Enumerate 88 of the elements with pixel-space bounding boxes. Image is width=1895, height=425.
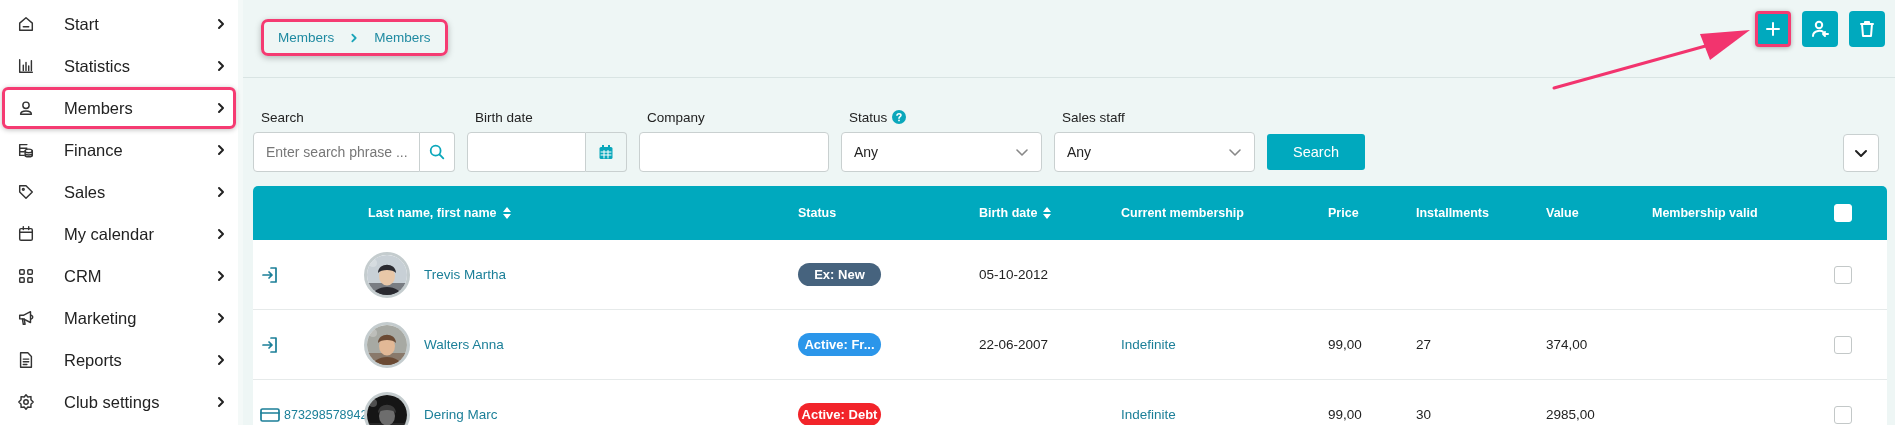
search-icon bbox=[428, 143, 446, 161]
column-header: Current membership bbox=[1121, 206, 1244, 220]
chevron-right-icon bbox=[215, 186, 227, 198]
filter-label: Company bbox=[647, 109, 705, 125]
plus-icon bbox=[1763, 19, 1783, 39]
filter-label: Search bbox=[261, 109, 304, 125]
dropdown-field[interactable]: Any bbox=[1054, 132, 1255, 172]
settings-icon bbox=[17, 393, 35, 411]
column-header: Price bbox=[1328, 206, 1359, 220]
row-checkbox[interactable] bbox=[1834, 405, 1852, 424]
chevron-right-icon bbox=[215, 60, 227, 72]
breadcrumb-link[interactable]: Members bbox=[278, 30, 335, 45]
help-icon bbox=[892, 110, 907, 124]
chevron-right-icon bbox=[215, 312, 227, 324]
price: 99,00 bbox=[1328, 407, 1362, 422]
breadcrumb-link[interactable]: Members bbox=[374, 30, 431, 45]
grid-icon bbox=[17, 267, 35, 285]
date-field[interactable] bbox=[467, 132, 586, 172]
calendar-button[interactable] bbox=[586, 132, 627, 172]
sidebar-item[interactable]: Reports bbox=[2, 339, 236, 381]
filter-label: Birth date bbox=[475, 109, 533, 125]
membership-link[interactable]: Indefinite bbox=[1121, 337, 1176, 352]
sidebar-item[interactable]: My calendar bbox=[2, 213, 236, 255]
add-button[interactable] bbox=[1755, 11, 1791, 47]
delete-button[interactable] bbox=[1849, 11, 1885, 47]
sidebar-item[interactable]: Marketing bbox=[2, 297, 236, 339]
chevron-right-icon bbox=[215, 144, 227, 156]
value: 2985,00 bbox=[1546, 407, 1595, 422]
sidebar-item[interactable]: Sales bbox=[2, 171, 236, 213]
filter-label: Status bbox=[849, 109, 888, 125]
column-header: Membership valid bbox=[1652, 206, 1758, 220]
row-checkbox[interactable] bbox=[1834, 335, 1852, 354]
birth-date: 22-06-2007 bbox=[979, 337, 1049, 352]
sort-icon bbox=[1042, 206, 1053, 220]
member-name-link[interactable]: Trevis Martha bbox=[424, 267, 506, 282]
column-header: Installments bbox=[1416, 206, 1489, 220]
card-number-link[interactable]: 873298578942 bbox=[284, 407, 368, 422]
select-all-checkbox[interactable] bbox=[1834, 204, 1852, 222]
sidebar-item[interactable]: Club settings bbox=[2, 381, 236, 423]
chevron-right-icon bbox=[215, 396, 227, 408]
sidebar-item[interactable]: Members bbox=[2, 87, 236, 129]
chevron-right-icon bbox=[215, 102, 227, 114]
installments: 27 bbox=[1416, 337, 1432, 352]
expand-button[interactable] bbox=[1843, 134, 1879, 172]
column-header: Birth date bbox=[979, 206, 1038, 220]
chevron-right-icon bbox=[215, 354, 227, 366]
tag-icon bbox=[17, 183, 35, 201]
company-field[interactable] bbox=[639, 132, 829, 172]
value: 374,00 bbox=[1546, 337, 1588, 352]
member-name-link[interactable]: Dering Marc bbox=[424, 407, 498, 422]
dropdown-field[interactable]: Any bbox=[841, 132, 1042, 172]
status-badge: Active: Fr... bbox=[798, 333, 881, 356]
assign-member-button[interactable] bbox=[1802, 11, 1838, 47]
birth-date: 05-10-2012 bbox=[979, 267, 1049, 282]
status-badge: Ex: New bbox=[798, 263, 881, 286]
chevron-right-icon bbox=[215, 270, 227, 282]
column-header: Value bbox=[1546, 206, 1579, 220]
sidebar-item[interactable]: CRM bbox=[2, 255, 236, 297]
column-header: Last name, first name bbox=[368, 206, 497, 220]
sort-icon bbox=[501, 206, 512, 220]
trash-icon bbox=[1857, 19, 1877, 39]
membership-link[interactable]: Indefinite bbox=[1121, 407, 1176, 422]
bar-chart-icon bbox=[17, 57, 35, 75]
coins-icon bbox=[17, 141, 35, 159]
sidebar-item[interactable]: Start bbox=[2, 3, 236, 45]
calendar-icon bbox=[17, 225, 35, 243]
member-name-link[interactable]: Walters Anna bbox=[424, 337, 504, 352]
search-button[interactable] bbox=[420, 132, 455, 172]
sidebar-item[interactable]: Statistics bbox=[2, 45, 236, 87]
sign-in-icon bbox=[260, 264, 280, 285]
document-icon bbox=[17, 351, 35, 369]
person-icon bbox=[17, 99, 35, 117]
chevron-right-icon bbox=[215, 228, 227, 240]
home-icon bbox=[17, 15, 35, 33]
calendar-icon bbox=[598, 144, 614, 160]
sidebar-item[interactable]: Finance bbox=[2, 129, 236, 171]
column-header: Status bbox=[798, 206, 837, 220]
sign-in-icon bbox=[260, 334, 280, 355]
status-badge: Active: Debt bbox=[798, 403, 881, 425]
person-arrow-icon bbox=[1810, 19, 1830, 39]
installments: 30 bbox=[1416, 407, 1432, 422]
megaphone-icon bbox=[17, 309, 35, 327]
filter-label: Sales staff bbox=[1062, 109, 1125, 125]
row-checkbox[interactable] bbox=[1834, 265, 1852, 284]
chevron-right-icon bbox=[215, 18, 227, 30]
search-field[interactable]: Enter search phrase ... bbox=[253, 132, 420, 172]
card-icon bbox=[260, 406, 280, 423]
price: 99,00 bbox=[1328, 337, 1362, 352]
